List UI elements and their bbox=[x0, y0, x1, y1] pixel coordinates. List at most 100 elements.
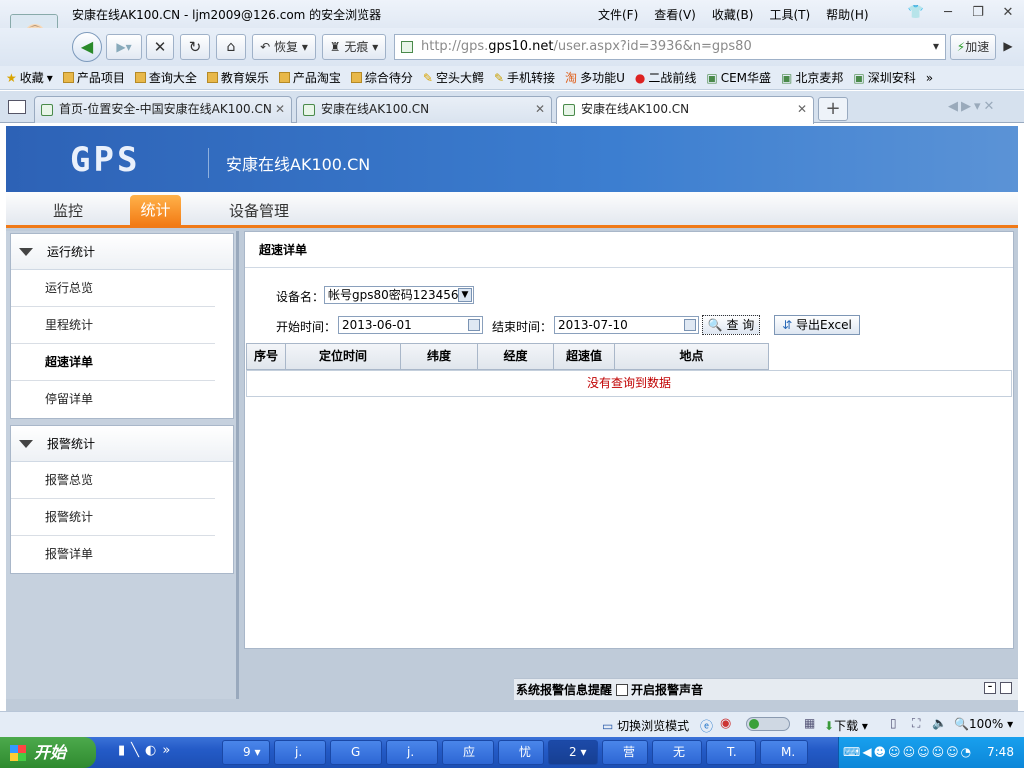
address-dropdown-icon[interactable]: ▾ bbox=[926, 34, 946, 60]
fullscreen-icon[interactable]: ⛶ bbox=[912, 716, 920, 731]
refresh-button[interactable]: ↻ bbox=[180, 34, 210, 60]
skin-icon[interactable]: 👕 bbox=[906, 4, 926, 22]
menu-tools[interactable]: 工具(T) bbox=[769, 6, 810, 23]
new-tab-button[interactable]: + bbox=[818, 97, 848, 121]
close-tab-icon[interactable]: ✕ bbox=[797, 97, 807, 122]
home-button[interactable]: ⌂ bbox=[216, 34, 246, 60]
taskbar-item-browser[interactable]: 2 ▾ bbox=[548, 740, 598, 765]
stop-button[interactable]: ✕ bbox=[146, 34, 174, 60]
url-host: gps10.net bbox=[488, 39, 554, 54]
trash-icon[interactable]: ▯ bbox=[890, 716, 897, 730]
bookmark-item[interactable]: ● 二战前线 bbox=[635, 69, 697, 86]
sidebar-item-speeding[interactable]: 超速详单 bbox=[11, 344, 215, 381]
start-time-input[interactable]: 2013-06-01 bbox=[338, 316, 483, 334]
volume-icon[interactable]: 🔈 bbox=[932, 716, 947, 730]
sidebar-item-stops[interactable]: 停留详单 bbox=[11, 381, 215, 418]
bookmark-item[interactable]: ✎ 空头大鳄 bbox=[423, 69, 484, 86]
nav-monitor[interactable]: 监控 bbox=[53, 200, 83, 221]
nav-stats[interactable]: 统计 bbox=[130, 195, 181, 226]
end-time-value: 2013-07-10 bbox=[558, 318, 628, 332]
more-bookmarks-icon[interactable]: » bbox=[926, 71, 933, 85]
close-tab-icon[interactable]: ✕ bbox=[275, 97, 285, 122]
sidebar-item-alarm-stats[interactable]: 报警统计 bbox=[11, 499, 215, 536]
taskbar-item[interactable]: T. bbox=[706, 740, 756, 765]
calendar-icon[interactable] bbox=[684, 319, 696, 331]
ie-icon[interactable]: ⓔ bbox=[700, 716, 713, 735]
tab-home[interactable]: 首页-位置安全-中国安康在线AK100.CN ✕ bbox=[34, 96, 292, 123]
download-label: 下载 bbox=[834, 719, 859, 733]
bookmark-item[interactable]: ▣ 深圳安科 bbox=[853, 69, 915, 86]
bookmark-item[interactable]: 综合待分 bbox=[350, 69, 413, 86]
tab-list-icon[interactable] bbox=[8, 100, 26, 114]
sidebar-item-run-overview[interactable]: 运行总览 bbox=[11, 270, 215, 307]
tab-scroll-controls[interactable]: ◀▶▾✕ bbox=[948, 99, 997, 114]
tab-ak100-active[interactable]: 安康在线AK100.CN ✕ bbox=[556, 96, 814, 124]
bookmark-label: 收藏 bbox=[19, 71, 44, 85]
alarm-stats-header[interactable]: 报警统计 bbox=[11, 426, 233, 462]
taskbar-item-folder[interactable]: 9 ▾ bbox=[222, 740, 270, 765]
speed-up-button[interactable]: ⚡加速 bbox=[950, 34, 996, 60]
bookmark-item[interactable]: ▣ 北京麦邦 bbox=[781, 69, 843, 86]
menu-file[interactable]: 文件(F) bbox=[598, 6, 638, 23]
nav-devices[interactable]: 设备管理 bbox=[229, 200, 289, 221]
security-icon[interactable]: ◉ bbox=[720, 716, 731, 731]
sidebar-item-alarm-details[interactable]: 报警详单 bbox=[11, 536, 215, 573]
end-time-input[interactable]: 2013-07-10 bbox=[554, 316, 699, 334]
bookmark-item[interactable]: ✎ 手机转接 bbox=[494, 69, 555, 86]
close-tab-icon[interactable]: ✕ bbox=[535, 97, 545, 122]
tab-ak100[interactable]: 安康在线AK100.CN ✕ bbox=[296, 96, 552, 123]
toggle-switch[interactable] bbox=[746, 717, 790, 731]
taskbar-item[interactable]: 无 bbox=[652, 740, 702, 765]
query-button[interactable]: 🔍 查 询 bbox=[702, 315, 760, 335]
alarm-sound-checkbox[interactable] bbox=[616, 683, 629, 696]
incognito-button[interactable]: ♜ 无痕 ▾ bbox=[322, 34, 386, 60]
quick-launch[interactable]: ▮╲◐» bbox=[118, 743, 176, 758]
bookmark-favorites[interactable]: ★ 收藏 ▾ bbox=[6, 69, 53, 86]
forward-button[interactable]: ▶▾ bbox=[106, 34, 142, 60]
zoom-control[interactable]: 🔍100% ▾ bbox=[954, 717, 1013, 731]
taskbar-item[interactable]: j. bbox=[274, 740, 326, 765]
restore-tab-button[interactable]: ↶ 恢复 ▾ bbox=[252, 34, 316, 60]
bookmark-item[interactable]: 查询大全 bbox=[134, 69, 197, 86]
address-bar[interactable]: http://gps.gps10.net/user.aspx?id=3936&n… bbox=[394, 34, 946, 60]
run-stats-header[interactable]: 运行统计 bbox=[11, 234, 233, 270]
page-icon bbox=[401, 41, 413, 53]
taskbar-item[interactable]: 营 bbox=[602, 740, 648, 765]
taskbar-item-excel[interactable]: M. bbox=[760, 740, 808, 765]
start-label: 开始 bbox=[34, 743, 67, 762]
bookmark-item[interactable]: 淘多功能U bbox=[565, 69, 625, 86]
taskbar-item[interactable]: G bbox=[330, 740, 382, 765]
screenshot-icon[interactable]: ▦ bbox=[804, 716, 815, 730]
taskbar-item[interactable]: 忧 bbox=[498, 740, 544, 765]
maximize-panel-icon[interactable] bbox=[1000, 682, 1012, 694]
sidebar-item-alarm-overview[interactable]: 报警总览 bbox=[11, 462, 215, 499]
switch-mode-control[interactable]: ▭ 切换浏览模式 bbox=[602, 717, 689, 734]
tray-icons[interactable]: ⌨◀☻☺☺☺☺☺◔ bbox=[843, 745, 973, 759]
menu-view[interactable]: 查看(V) bbox=[654, 6, 696, 23]
taskbar-item[interactable]: j. bbox=[386, 740, 438, 765]
minimize-icon[interactable]: ─ bbox=[938, 4, 958, 22]
bookmark-item[interactable]: ▣ CEM华盛 bbox=[706, 69, 771, 86]
bookmark-item[interactable]: 产品淘宝 bbox=[278, 69, 341, 86]
device-select[interactable]: 帐号gps80密码123456 ▼ bbox=[324, 286, 474, 304]
calendar-icon[interactable] bbox=[468, 319, 480, 331]
page-icon bbox=[41, 104, 53, 116]
folder-icon bbox=[62, 72, 74, 83]
menu-favorites[interactable]: 收藏(B) bbox=[712, 6, 754, 23]
menu-help[interactable]: 帮助(H) bbox=[826, 6, 868, 23]
restore-icon[interactable]: ❐ bbox=[968, 4, 988, 22]
start-button[interactable]: 开始 bbox=[0, 737, 96, 768]
back-button[interactable]: ◀ bbox=[72, 32, 102, 62]
clock: 7:48 bbox=[987, 745, 1014, 759]
go-icon[interactable]: ▶ bbox=[998, 34, 1018, 60]
bookmark-item[interactable]: 产品项目 bbox=[62, 69, 125, 86]
bookmark-item[interactable]: 教育娱乐 bbox=[206, 69, 269, 86]
close-icon[interactable]: ✕ bbox=[998, 4, 1018, 22]
back-arrow-icon: ◀ bbox=[80, 37, 94, 56]
bookmark-label: 综合待分 bbox=[364, 71, 413, 85]
taskbar-item[interactable]: 应 bbox=[442, 740, 494, 765]
download-control[interactable]: ⬇下载 ▾ bbox=[824, 717, 868, 734]
sidebar-item-mileage[interactable]: 里程统计 bbox=[11, 307, 215, 344]
minimize-panel-icon[interactable]: – bbox=[984, 682, 996, 694]
export-excel-button[interactable]: ⇵ 导出Excel bbox=[774, 315, 860, 335]
